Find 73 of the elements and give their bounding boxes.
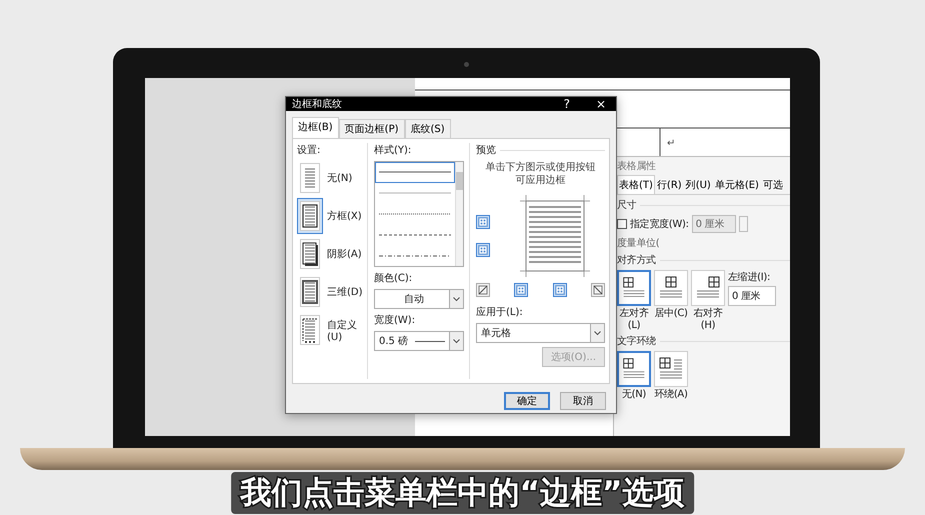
ok-button[interactable]: 确定 xyxy=(504,392,550,410)
size-section-label: 尺寸 xyxy=(617,198,790,212)
unit-label: 度量单位( xyxy=(617,236,660,250)
border-toggle-button[interactable] xyxy=(476,215,490,229)
color-dropdown[interactable]: 自动 xyxy=(374,289,464,309)
dialog-tab[interactable]: 边框(B) xyxy=(292,117,339,138)
video-subtitle: 我们点击菜单栏中的“边框”选项 xyxy=(230,472,694,514)
width-field[interactable]: 0 厘米 xyxy=(692,215,736,233)
line-style-option[interactable] xyxy=(375,162,455,183)
dialog-title: 边框和底纹 xyxy=(292,98,343,111)
alignment-option-label: 居中(C) xyxy=(654,308,688,320)
alignment-section-label: 对齐方式 xyxy=(617,253,790,267)
setting-option-label[interactable]: 无(N) xyxy=(327,171,352,185)
text-wrap-option-label: 环绕(A) xyxy=(654,389,688,400)
width-label: 宽度(W): xyxy=(374,314,416,327)
help-button[interactable]: ? xyxy=(560,97,574,111)
apply-to-dropdown[interactable]: 单元格 xyxy=(476,323,605,343)
line-sample xyxy=(379,212,451,216)
text-wrap-option[interactable] xyxy=(617,351,651,387)
style-label: 样式(Y): xyxy=(374,144,412,157)
preview-page-drawing[interactable] xyxy=(520,195,590,277)
apply-to-label: 应用于(L): xyxy=(476,306,524,319)
line-sample xyxy=(379,191,451,196)
line-sample xyxy=(379,254,451,258)
alignment-option-label: 右对齐(H) xyxy=(692,308,724,331)
chevron-down-icon[interactable] xyxy=(590,324,604,342)
dialog-tab[interactable]: 页面边框(P) xyxy=(338,119,405,138)
preview-label: 预览 xyxy=(476,143,605,157)
alignment-option[interactable] xyxy=(654,270,688,306)
setting-option-icon[interactable] xyxy=(297,236,323,272)
properties-tab[interactable]: 单元格(E) xyxy=(712,175,761,194)
setting-option-label[interactable]: 方框(X) xyxy=(327,209,362,223)
alignment-option[interactable] xyxy=(691,270,725,306)
checkbox[interactable] xyxy=(617,219,627,229)
text-wrap-option-label: 无(N) xyxy=(622,389,646,400)
setting-option-label[interactable]: 自定义(U) xyxy=(327,318,363,342)
border-toggle-button[interactable] xyxy=(590,283,605,297)
setting-option-icon[interactable] xyxy=(297,198,323,234)
setting-option-icon[interactable] xyxy=(297,274,323,310)
line-sample xyxy=(379,170,451,174)
indent-field[interactable]: 0 厘米 xyxy=(728,286,776,306)
paragraph-mark: ↵ xyxy=(667,138,676,149)
indent-label: 左缩进(I): xyxy=(728,270,772,284)
properties-tab[interactable]: 可选 xyxy=(760,175,785,194)
border-toggle-button[interactable] xyxy=(552,283,567,297)
alignment-option-label: 左对齐(L) xyxy=(618,308,650,331)
cancel-button[interactable]: 取消 xyxy=(560,392,606,410)
chevron-down-icon[interactable] xyxy=(449,290,463,308)
color-label: 颜色(C): xyxy=(374,272,414,285)
scrollbar[interactable] xyxy=(455,162,463,266)
setting-option-label[interactable]: 三维(D) xyxy=(327,285,363,299)
border-toggle-button[interactable] xyxy=(476,243,490,257)
specify-width-label[interactable]: 指定宽度(W): xyxy=(630,217,689,231)
text-wrap-section-label: 文字环绕 xyxy=(617,334,790,348)
setting-option-icon[interactable] xyxy=(297,312,323,348)
panel-title: 表格属性 xyxy=(617,160,657,172)
camera-dot xyxy=(464,62,469,67)
dialog-tab[interactable]: 底纹(S) xyxy=(404,119,451,138)
line-style-list[interactable] xyxy=(374,161,464,267)
width-dropdown[interactable]: 0.5 磅 xyxy=(374,331,464,351)
line-sample xyxy=(379,232,451,237)
properties-tab[interactable]: 列(U) xyxy=(684,175,713,194)
close-button[interactable]: × xyxy=(592,97,610,111)
settings-label: 设置: xyxy=(297,144,322,157)
text-wrap-option[interactable] xyxy=(654,351,688,387)
border-toggle-button[interactable] xyxy=(476,283,490,297)
alignment-option[interactable] xyxy=(617,270,651,306)
preview-hint: 单击下方图示或使用按钮可应用边框 xyxy=(484,161,596,187)
properties-tab[interactable]: 表格(T) xyxy=(617,175,655,194)
chevron-down-icon[interactable] xyxy=(449,332,463,350)
properties-tab[interactable]: 行(R) xyxy=(654,175,684,194)
border-toggle-button[interactable] xyxy=(514,283,528,297)
setting-option-label[interactable]: 阴影(A) xyxy=(327,247,362,261)
